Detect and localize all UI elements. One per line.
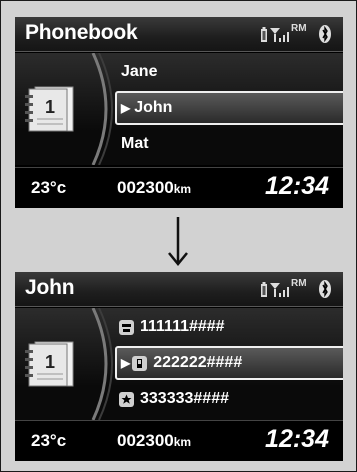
home-phone-icon — [119, 319, 134, 335]
roaming-text: RM — [291, 23, 307, 34]
star-icon — [119, 391, 134, 407]
temperature: 23°c — [31, 178, 67, 197]
temperature: 23°c — [31, 431, 67, 450]
bluetooth-icon — [319, 280, 331, 298]
signal-strength-icon — [270, 283, 289, 297]
screen-header: John RM — [15, 272, 343, 307]
phonebook-icon: 1 — [25, 86, 74, 132]
instruction-frame: Phonebook RM 1 Jane ▶ John Mat 23°c 0023… — [0, 0, 357, 472]
odometer: 002300km — [117, 178, 192, 197]
selection-arrow-icon: ▶ — [121, 356, 131, 370]
roaming-text: RM — [291, 278, 307, 289]
screen-footer: 23°c 002300km 12:34 — [15, 420, 343, 461]
screen-title: John — [25, 276, 75, 299]
bluetooth-icon — [319, 25, 331, 43]
status-icons: RM — [261, 23, 331, 43]
status-icons: RM — [261, 278, 331, 298]
odometer: 002300km — [117, 431, 192, 450]
svg-text:1: 1 — [45, 97, 55, 117]
phonebook-icon: 1 — [25, 341, 74, 387]
signal-strength-icon — [270, 28, 289, 42]
phonebook-screen: Phonebook RM 1 Jane ▶ John Mat 23°c 0023… — [15, 17, 343, 208]
clock: 12:34 — [265, 172, 329, 200]
list-item[interactable]: 333333#### — [115, 382, 329, 416]
screen-footer: 23°c 002300km 12:34 — [15, 167, 343, 208]
list-item[interactable]: Jane — [115, 55, 329, 89]
down-arrow-icon — [168, 217, 188, 266]
screen-header: Phonebook RM — [15, 17, 343, 52]
phone-battery-icon — [261, 27, 267, 42]
screen-title: Phonebook — [25, 21, 138, 44]
mobile-phone-icon — [132, 355, 148, 371]
svg-text:1: 1 — [45, 352, 55, 372]
contact-list: 1 Jane ▶ John Mat — [15, 53, 343, 165]
selection-arrow-icon: ▶ — [121, 101, 131, 115]
phone-battery-icon — [261, 282, 267, 297]
list-item-selected[interactable]: ▶ John — [115, 91, 343, 125]
list-item[interactable]: Mat — [115, 127, 329, 161]
contact-detail-screen: John RM 1 111111#### ▶ 222222#### 333333… — [15, 272, 343, 461]
phone-number-list: 1 111111#### ▶ 222222#### 333333#### — [15, 308, 343, 420]
list-item[interactable]: 111111#### — [115, 310, 329, 344]
list-item-selected[interactable]: ▶ 222222#### — [115, 346, 343, 380]
clock: 12:34 — [265, 425, 329, 453]
